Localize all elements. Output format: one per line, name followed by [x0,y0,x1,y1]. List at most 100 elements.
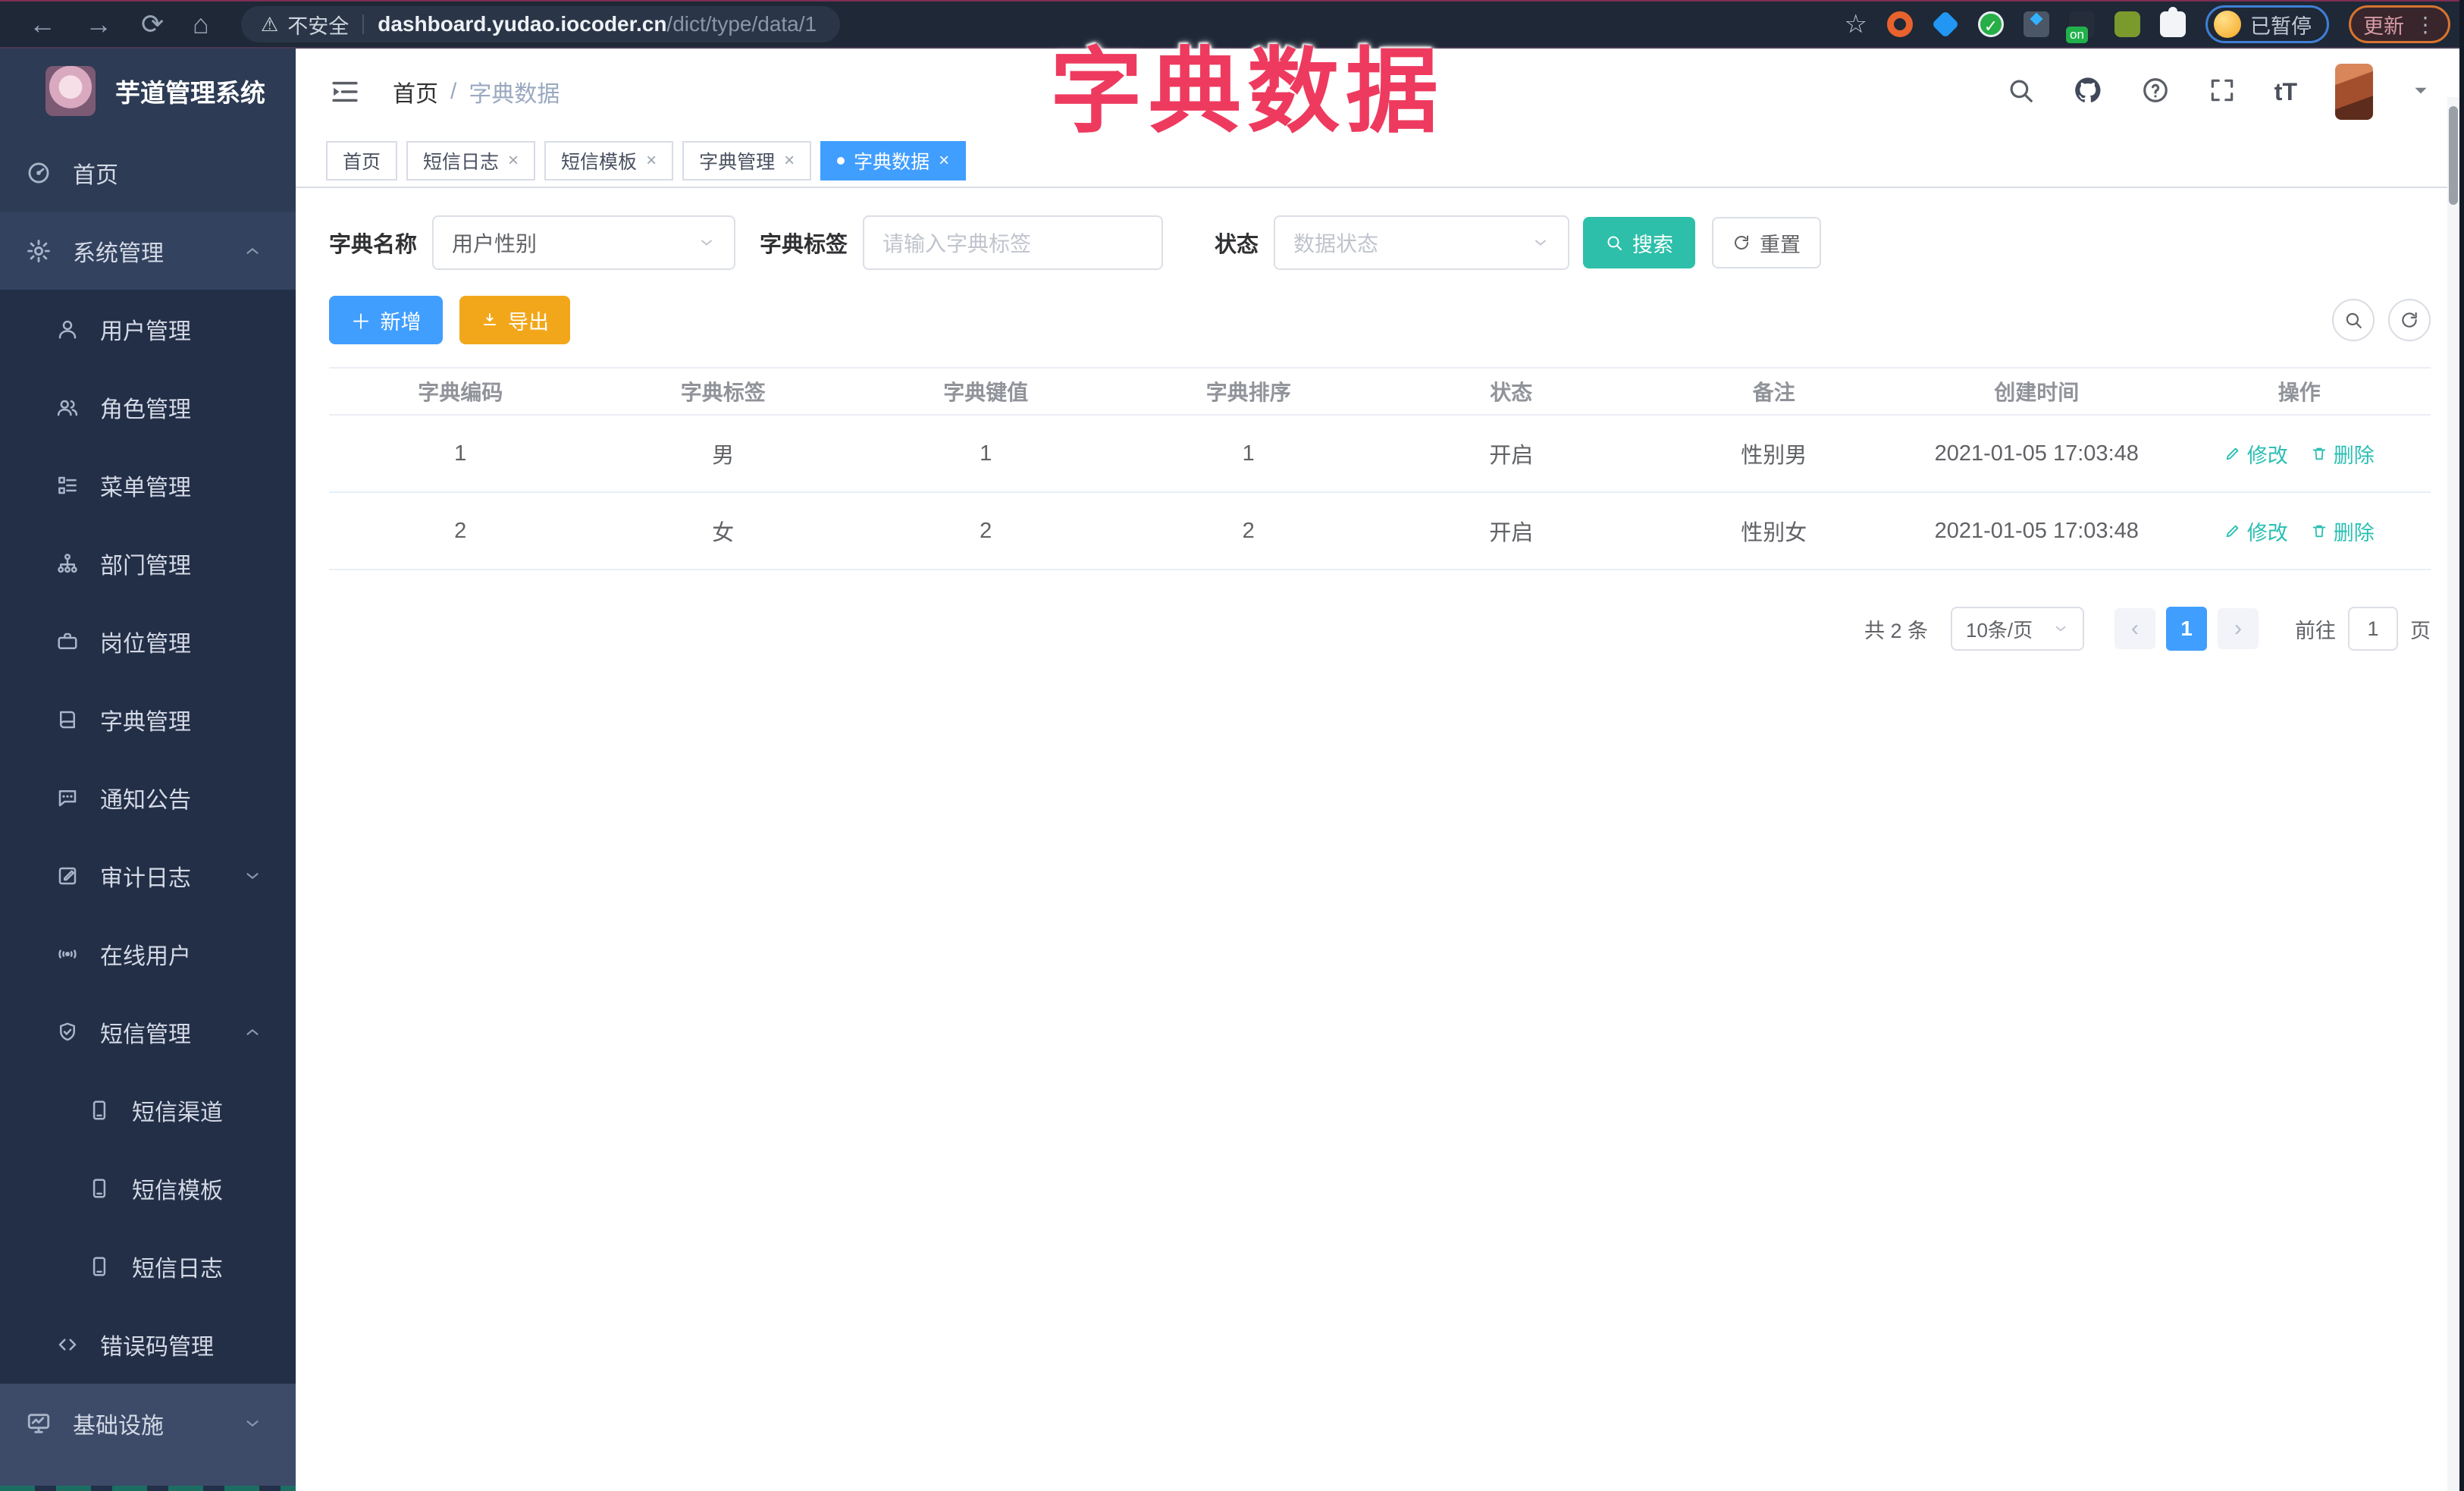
extension-icon[interactable] [1887,11,1913,37]
tab-close-icon[interactable]: × [508,150,519,171]
current-page[interactable]: 1 [2166,607,2207,651]
sidebar-item-sms-template[interactable]: 短信模板 [0,1149,296,1227]
cell-label: 男 [712,444,735,468]
phone-icon [88,1099,111,1122]
status-select[interactable]: 数据状态 [1274,215,1570,270]
scrollbar[interactable] [2447,97,2459,1491]
shield-check-icon [56,1021,79,1044]
sidebar-item-departments[interactable]: 部门管理 [0,524,296,602]
select-value: 用户性别 [452,232,538,256]
table-row[interactable]: 2 女 2 2 开启 性别女 2021-01-05 17:03:48 修改 删除 [329,493,2431,570]
sidebar-item-label: 角色管理 [100,397,191,422]
profile-paused-pill[interactable]: 已暂停 [2205,5,2329,43]
sidebar-item-menus[interactable]: 菜单管理 [0,446,296,524]
delete-link[interactable]: 删除 [2311,439,2375,469]
tab-close-icon[interactable]: × [646,150,657,171]
sidebar-item-sms[interactable]: 短信管理 [0,993,296,1071]
forward-icon[interactable]: → [85,11,112,38]
reload-icon[interactable]: ⟳ [141,11,164,38]
extensions-puzzle-icon[interactable] [2160,7,2186,37]
sidebar-item-users[interactable]: 用户管理 [0,290,296,368]
refresh-button[interactable] [2388,299,2431,341]
sidebar-item-dict[interactable]: 字典管理 [0,680,296,758]
github-icon[interactable] [2073,75,2103,109]
bookmark-star-icon[interactable]: ☆ [1845,9,1867,39]
extension-icon[interactable]: on [2066,11,2095,43]
gear-icon [26,238,52,264]
address-bar[interactable]: ⚠ 不安全 dashboard.yudao.iocoder.cn /dict/t… [240,6,840,42]
tab-home[interactable]: 首页 [326,141,398,180]
edit-link[interactable]: 修改 [2224,516,2288,546]
prev-page-button[interactable]: ‹ [2114,608,2155,649]
tab-close-icon[interactable]: × [939,150,949,171]
toggle-search-button[interactable] [2332,299,2375,341]
add-button[interactable]: ＋ 新增 [329,296,443,344]
page-size-select[interactable]: 10条/页 [1951,607,2084,651]
browser-menu-icon[interactable]: ⋮ [2415,12,2436,37]
sidebar-item-online-users[interactable]: 在线用户 [0,915,296,993]
sidebar-item-label: 错误码管理 [100,1334,214,1360]
avatar-caret-down-icon[interactable] [2411,80,2431,104]
sidebar-item-audit-log[interactable]: 审计日志 [0,837,296,915]
extension-icon[interactable] [2114,11,2140,37]
sidebar-item-notice[interactable]: 通知公告 [0,758,296,837]
tab-label: 字典数据 [854,152,930,173]
sidebar-item-infrastructure[interactable]: 基础设施 [0,1384,296,1462]
sidebar-item-sms-channel[interactable]: 短信渠道 [0,1071,296,1149]
chevron-down-icon [698,234,716,252]
cell-created: 2021-01-05 17:03:48 [1934,518,2139,543]
dict-label-input[interactable]: 请输入字典标签 [863,215,1164,270]
sidebar-collapse-icon[interactable] [329,76,361,108]
sidebar-item-roles[interactable]: 角色管理 [0,368,296,446]
extension-icon[interactable]: ✓ [1978,11,2004,37]
extension-icon[interactable] [2024,11,2049,37]
chevron-down-icon [243,866,262,886]
scrollbar-thumb[interactable] [2449,106,2458,205]
header-search-icon[interactable] [2006,76,2035,108]
font-size-icon[interactable]: tT [2274,78,2297,106]
cell-value: 2 [980,518,992,543]
app-title: 芋道管理系统 [115,79,265,107]
help-icon[interactable] [2141,76,2170,108]
cell-sort: 2 [1242,518,1255,543]
delete-link[interactable]: 删除 [2311,516,2375,546]
input-placeholder: 请输入字典标签 [882,232,1032,256]
tab-label: 字典管理 [699,152,776,173]
tab-dict-data[interactable]: 字典数据 × [820,141,967,180]
sidebar-item-sms-log[interactable]: 短信日志 [0,1227,296,1305]
dict-name-select[interactable]: 用户性别 [432,215,736,270]
tab-sms-template[interactable]: 短信模板 × [544,141,674,180]
book-icon [56,708,79,731]
next-page-button[interactable]: › [2218,608,2259,649]
tab-close-icon[interactable]: × [784,150,795,171]
reset-button[interactable]: 重置 [1712,217,1822,268]
app-logo-row[interactable]: 芋道管理系统 [0,49,296,133]
home-icon[interactable]: ⌂ [193,11,209,38]
breadcrumb-home[interactable]: 首页 [393,75,438,108]
tab-sms-log[interactable]: 短信日志 × [406,141,536,180]
chrome-update-button[interactable]: 更新 ⋮ [2349,5,2450,43]
edit-link[interactable]: 修改 [2224,439,2288,469]
edit-link-label: 修改 [2246,521,2288,545]
cell-code: 1 [454,441,467,466]
sidebar-item-system[interactable]: 系统管理 [0,212,296,290]
main-area: 首页 / 字典数据 tT 首页 短信日志 × 短信模板 × 字典管理 × 字典数… [296,49,2464,1491]
user-avatar[interactable] [2335,64,2373,120]
sidebar-item-label: 用户管理 [100,319,191,344]
back-icon[interactable]: ← [29,11,56,38]
cell-sort: 1 [1242,441,1255,466]
audit-log-icon [56,865,79,887]
sidebar-item-home[interactable]: 首页 [0,133,296,212]
goto-page-input[interactable] [2348,607,2398,651]
tab-dict-manage[interactable]: 字典管理 × [682,141,812,180]
fullscreen-icon[interactable] [2208,76,2237,108]
sidebar-item-error-codes[interactable]: 错误码管理 [0,1305,296,1383]
sidebar-item-posts[interactable]: 岗位管理 [0,602,296,680]
export-button[interactable]: 导出 [459,296,570,344]
monitor-icon [26,1411,52,1436]
extension-icon[interactable] [1931,10,1960,39]
dashboard-icon [26,160,52,186]
table-row[interactable]: 1 男 1 1 开启 性别男 2021-01-05 17:03:48 修改 删除 [329,416,2431,493]
divider [362,14,365,34]
search-button[interactable]: 搜索 [1583,217,1696,268]
